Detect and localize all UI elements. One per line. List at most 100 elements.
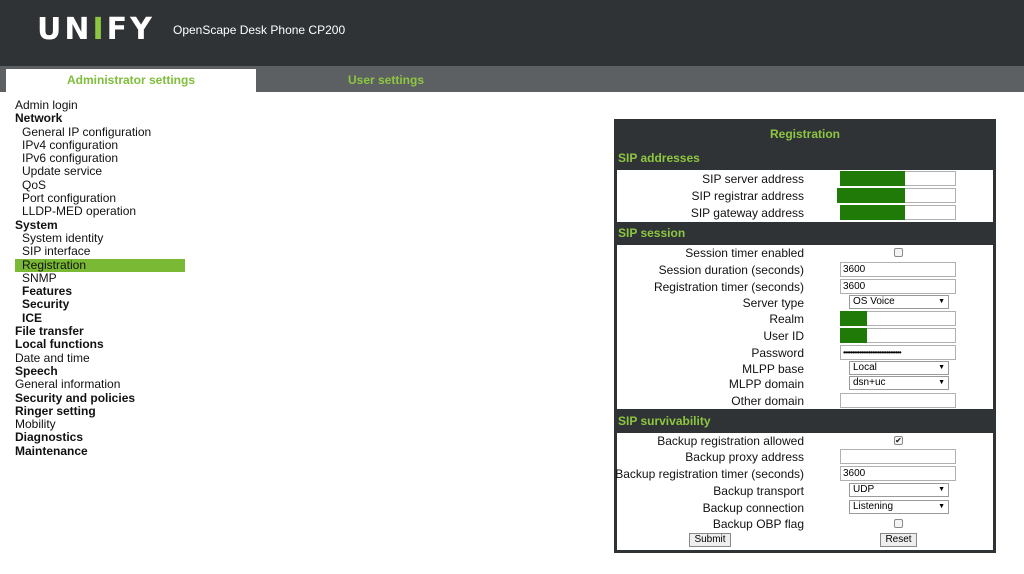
sidebar-item-ice[interactable]: ICE	[15, 311, 185, 325]
sidebar-item-ipv6-configuration[interactable]: IPv6 configuration	[15, 151, 185, 165]
label-sip-registrar-address: SIP registrar address	[691, 189, 805, 203]
sidebar-nav: Admin login Network General IP configurati…	[15, 98, 185, 458]
panel-title: Registration	[769, 127, 840, 141]
submit-button[interactable]: Submit	[689, 533, 731, 547]
label-mlpp-base: MLPP base	[742, 362, 804, 376]
dropdown-arrow-icon: ▼	[938, 503, 945, 510]
sidebar-item-speech[interactable]: Speech	[15, 364, 185, 378]
sidebar-item-update-service[interactable]: Update service	[15, 165, 185, 179]
tab-administrator-settings[interactable]: Administrator settings	[6, 69, 256, 92]
mlpp-domain-select[interactable]: dsn+uc ▼	[849, 376, 949, 390]
section-title-sip-session: SIP session	[618, 226, 686, 240]
row-backup-proxy-address: Backup proxy address	[617, 449, 993, 465]
label-other-domain: Other domain	[731, 394, 804, 408]
label-backup-proxy-address: Backup proxy address	[685, 450, 804, 464]
label-backup-registration-timer: Backup registration timer (seconds)	[615, 467, 804, 481]
reset-button[interactable]: Reset	[880, 533, 917, 547]
row-other-domain: Other domain	[617, 393, 993, 409]
sidebar-item-system[interactable]: System	[15, 218, 185, 232]
row-backup-connection: Backup connection Listening ▼	[617, 500, 993, 516]
sidebar-item-admin-login[interactable]: Admin login	[15, 98, 185, 112]
row-backup-transport: Backup transport UDP ▼	[617, 483, 993, 499]
sidebar-item-sip-interface[interactable]: SIP interface	[15, 244, 185, 258]
sidebar-item-maintenance[interactable]: Maintenance	[15, 444, 185, 458]
session-timer-enabled-checkbox[interactable]	[894, 248, 903, 257]
sidebar-item-ringer-setting[interactable]: Ringer setting	[15, 404, 185, 418]
sidebar-item-network[interactable]: Network	[15, 111, 185, 125]
row-sip-server-address: SIP server address	[617, 171, 993, 187]
label-realm: Realm	[769, 312, 804, 326]
other-domain-input[interactable]	[840, 393, 956, 408]
unify-logo: UNIFY	[37, 12, 155, 47]
registration-timer-input[interactable]	[840, 279, 956, 294]
backup-connection-select[interactable]: Listening ▼	[849, 500, 949, 514]
label-backup-registration-allowed: Backup registration allowed	[657, 434, 804, 448]
backup-obp-flag-checkbox[interactable]	[894, 519, 903, 528]
sidebar-item-snmp[interactable]: SNMP	[15, 271, 185, 285]
product-name: OpenScape Desk Phone CP200	[173, 23, 346, 37]
row-registration-timer: Registration timer (seconds)	[617, 279, 993, 295]
sidebar-item-mobility[interactable]: Mobility	[15, 417, 185, 431]
dropdown-arrow-icon: ▼	[938, 364, 945, 371]
mlpp-base-value: Local	[853, 362, 877, 373]
sidebar-item-general-ip-configuration[interactable]: General IP configuration	[15, 125, 185, 139]
backup-registration-allowed-checkbox[interactable]: ✔	[894, 436, 903, 445]
label-server-type: Server type	[742, 296, 804, 310]
sip-gateway-address-input[interactable]	[840, 205, 956, 220]
sip-registrar-address-input[interactable]	[840, 188, 956, 203]
row-realm: Realm	[617, 311, 993, 327]
sidebar-item-registration[interactable]: Registration	[15, 258, 185, 272]
realm-input[interactable]	[840, 311, 956, 326]
dropdown-arrow-icon: ▼	[938, 379, 945, 386]
row-mlpp-domain: MLPP domain dsn+uc ▼	[617, 376, 993, 392]
backup-transport-value: UDP	[853, 484, 875, 495]
row-sip-gateway-address: SIP gateway address	[617, 205, 993, 221]
dropdown-arrow-icon: ▼	[938, 486, 945, 493]
label-sip-gateway-address: SIP gateway address	[690, 206, 804, 220]
user-id-input[interactable]	[840, 328, 956, 343]
sidebar-item-qos[interactable]: QoS	[15, 178, 185, 192]
label-backup-transport: Backup transport	[713, 484, 804, 498]
sip-server-address-input[interactable]	[840, 171, 956, 186]
sidebar-item-date-and-time[interactable]: Date and time	[15, 351, 185, 365]
session-duration-input[interactable]	[840, 262, 956, 277]
label-password: Password	[751, 346, 804, 360]
sidebar-item-port-configuration[interactable]: Port configuration	[15, 191, 185, 205]
sidebar-item-security-and-policies[interactable]: Security and policies	[15, 391, 185, 405]
backup-transport-select[interactable]: UDP ▼	[849, 483, 949, 497]
label-sip-server-address: SIP server address	[702, 172, 804, 186]
server-type-value: OS Voice	[853, 296, 895, 307]
sidebar-item-security[interactable]: Security	[15, 298, 185, 312]
row-user-id: User ID	[617, 328, 993, 344]
row-backup-registration-allowed: Backup registration allowed ✔	[617, 433, 993, 449]
section-title-sip-addresses: SIP addresses	[618, 151, 700, 165]
mlpp-base-select[interactable]: Local ▼	[849, 361, 949, 375]
sidebar-item-ipv4-configuration[interactable]: IPv4 configuration	[15, 138, 185, 152]
label-backup-connection: Backup connection	[702, 501, 804, 515]
row-session-timer-enabled: Session timer enabled	[617, 245, 993, 261]
sidebar-item-system-identity[interactable]: System identity	[15, 231, 185, 245]
server-type-select[interactable]: OS Voice ▼	[849, 295, 949, 309]
section-sip-addresses: SIP server address SIP registrar address…	[617, 170, 993, 222]
label-registration-timer: Registration timer (seconds)	[653, 280, 804, 294]
row-server-type: Server type OS Voice ▼	[617, 295, 993, 311]
sidebar-item-lldp-med-operation[interactable]: LLDP-MED operation	[15, 205, 185, 219]
sidebar-item-features[interactable]: Features	[15, 284, 185, 298]
row-backup-registration-timer: Backup registration timer (seconds)	[615, 466, 993, 482]
label-user-id: User ID	[763, 329, 804, 343]
sidebar-item-diagnostics[interactable]: Diagnostics	[15, 431, 185, 445]
backup-proxy-address-input[interactable]	[840, 449, 956, 464]
label-session-duration: Session duration (seconds)	[658, 263, 804, 277]
backup-registration-timer-input[interactable]	[840, 466, 956, 481]
section-sip-session: Session timer enabled Session duration (…	[617, 245, 993, 409]
mlpp-domain-value: dsn+uc	[853, 377, 886, 388]
row-session-duration: Session duration (seconds)	[617, 262, 993, 278]
sidebar-item-file-transfer[interactable]: File transfer	[15, 324, 185, 338]
tab-user-settings[interactable]: User settings	[258, 69, 514, 92]
password-input[interactable]	[840, 345, 956, 360]
sidebar-item-local-functions[interactable]: Local functions	[15, 338, 185, 352]
sidebar-item-general-information[interactable]: General information	[15, 377, 185, 391]
row-mlpp-base: MLPP base Local ▼	[617, 361, 993, 377]
header-bar: UNIFY OpenScape Desk Phone CP200	[0, 0, 1024, 66]
label-mlpp-domain: MLPP domain	[728, 377, 804, 391]
